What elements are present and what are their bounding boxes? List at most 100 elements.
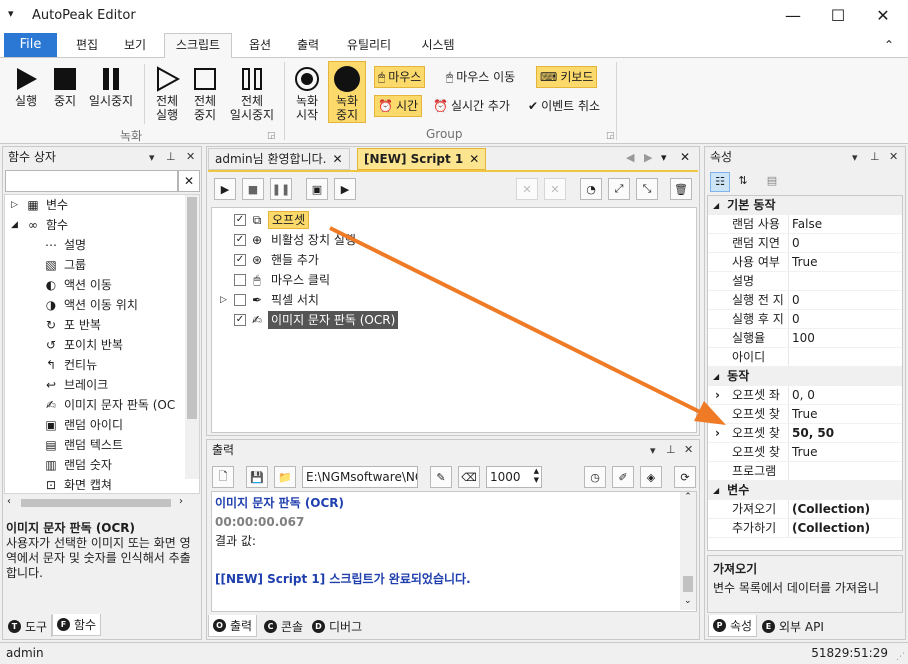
item-checkbox[interactable]: ✓ bbox=[234, 314, 246, 326]
clear-search-button[interactable]: ✕ bbox=[178, 170, 200, 192]
tree-item[interactable]: ◐ 액션 이동 bbox=[5, 275, 199, 295]
tree-item[interactable]: ⋯ 설명 bbox=[5, 235, 199, 255]
tree-item[interactable]: ▤ 랜덤 텍스트 bbox=[5, 435, 199, 455]
tree-item[interactable]: ↩ 브레이크 bbox=[5, 375, 199, 395]
output-path-input[interactable]: E:\NGMsoftware\NG bbox=[302, 466, 418, 488]
alphabetical-view-button[interactable]: ⇅ bbox=[733, 172, 753, 192]
fill-color-button[interactable]: ◈ bbox=[640, 466, 662, 488]
tab-tools[interactable]: T 도구 bbox=[4, 615, 53, 637]
expand-button[interactable]: ⤢ bbox=[608, 178, 630, 200]
time-toggle[interactable]: ⏰ 시간 bbox=[374, 95, 423, 117]
tab-script-1[interactable]: [NEW] Script 1 ✕ bbox=[357, 148, 487, 170]
output-scrollbar[interactable]: ⌃ ⌄ bbox=[680, 492, 696, 610]
stop-all-button[interactable]: 전체 중지 bbox=[187, 64, 223, 122]
menu-options[interactable]: 옵션 bbox=[238, 34, 282, 58]
pin-icon[interactable]: ⊥ bbox=[666, 443, 676, 456]
refresh-button[interactable]: ⟳ bbox=[674, 466, 696, 488]
property-row[interactable]: 랜덤 지연 0 bbox=[708, 234, 902, 253]
event-cancel-toggle[interactable]: ✔ 이벤트 취소 bbox=[525, 95, 603, 117]
property-row[interactable]: 추가하기 (Collection) bbox=[708, 519, 902, 538]
delete-all-disabled-button[interactable]: ✕ bbox=[544, 178, 566, 200]
collapse-button[interactable]: ⤡ bbox=[636, 178, 658, 200]
tree-item[interactable]: ↰ 컨티뉴 bbox=[5, 355, 199, 375]
script-item[interactable]: 🖱 마우스 클릭 bbox=[212, 270, 696, 290]
script-stop-button[interactable]: ■ bbox=[242, 178, 264, 200]
tree-item[interactable]: ▣ 랜덤 아이디 bbox=[5, 415, 199, 435]
property-row[interactable]: 프로그램 bbox=[708, 462, 902, 481]
property-row[interactable]: 실행 후 지 0 bbox=[708, 310, 902, 329]
record-start-button[interactable]: 녹화 시작 bbox=[288, 64, 326, 122]
property-value[interactable] bbox=[789, 272, 792, 290]
menu-edit[interactable]: 편집 bbox=[66, 34, 108, 58]
stop-button[interactable]: 중지 bbox=[48, 64, 82, 108]
menu-script[interactable]: 스크립트 bbox=[164, 33, 232, 58]
tab-close-icon[interactable]: ✕ bbox=[332, 149, 342, 170]
tab-close-icon[interactable]: ✕ bbox=[469, 149, 479, 170]
property-value[interactable]: 50, 50 bbox=[789, 424, 834, 442]
timestamp-toggle[interactable]: ◷ bbox=[584, 466, 606, 488]
script-item[interactable]: ✓ ⊕ 비활성 장치 실행 bbox=[212, 230, 696, 250]
pause-button[interactable]: 일시중지 bbox=[84, 64, 138, 108]
expand-icon[interactable]: › bbox=[715, 386, 720, 404]
eraser-button[interactable]: ⌫ bbox=[458, 466, 480, 488]
tab-scroll-left-icon[interactable]: ◀ bbox=[626, 151, 634, 164]
tab-list-icon[interactable]: ▾ bbox=[661, 151, 667, 164]
tree-item[interactable]: ▥ 랜덤 숫자 bbox=[5, 455, 199, 475]
scroll-up-icon[interactable]: ⌃ bbox=[680, 492, 696, 502]
property-category[interactable]: ◢ 기본 동작 bbox=[708, 196, 902, 215]
script-item[interactable]: ✓ ⧉ 오프셋 bbox=[212, 210, 696, 230]
run-from-selection-button[interactable]: ▶ bbox=[334, 178, 356, 200]
scroll-left-icon[interactable]: ‹ bbox=[7, 496, 11, 507]
property-value[interactable]: 0 bbox=[789, 234, 800, 252]
record-stop-button[interactable]: 녹화 중지 bbox=[328, 61, 366, 123]
color-pen-button[interactable]: ✐ bbox=[612, 466, 634, 488]
h-scroll-thumb[interactable] bbox=[21, 499, 171, 507]
expander-icon[interactable]: ◢ bbox=[11, 215, 25, 235]
property-row[interactable]: 가져오기 (Collection) bbox=[708, 500, 902, 519]
mouse-toggle[interactable]: 🖱 마우스 bbox=[374, 66, 426, 88]
tree-scroll-thumb[interactable] bbox=[187, 197, 197, 419]
system-menu-icon[interactable]: ▾ bbox=[8, 7, 14, 20]
tree-item[interactable]: ⊡ 화면 캡쳐 bbox=[5, 475, 199, 493]
maximize-button[interactable]: ☐ bbox=[815, 0, 861, 32]
trash-button[interactable]: 🗑 bbox=[670, 178, 692, 200]
ribbon-collapse-icon[interactable]: ⌃ bbox=[884, 38, 894, 52]
pause-all-button[interactable]: 전체 일시중지 bbox=[224, 64, 280, 122]
item-checkbox[interactable]: ✓ bbox=[234, 214, 246, 226]
tree-scrollbar[interactable] bbox=[185, 195, 199, 479]
tab-console[interactable]: C 콘솔 bbox=[260, 615, 307, 637]
run-button[interactable]: 실행 bbox=[8, 64, 44, 108]
panel-close-icon[interactable]: ✕ bbox=[684, 443, 693, 456]
property-value[interactable]: 0 bbox=[789, 291, 800, 309]
item-checkbox[interactable] bbox=[234, 294, 246, 306]
minimize-button[interactable]: — bbox=[770, 0, 816, 32]
panel-close-icon[interactable]: ✕ bbox=[186, 150, 195, 163]
tree-item[interactable]: ↻ 포 반복 bbox=[5, 315, 199, 335]
property-row[interactable]: 실행 전 지 0 bbox=[708, 291, 902, 310]
script-item[interactable]: ✓ ⊛ 핸들 추가 bbox=[212, 250, 696, 270]
script-pause-button[interactable]: ❚❚ bbox=[270, 178, 292, 200]
menu-system[interactable]: 시스템 bbox=[410, 34, 466, 58]
property-row[interactable]: 실행율 100 bbox=[708, 329, 902, 348]
property-value[interactable]: 0, 0 bbox=[789, 386, 815, 404]
property-row[interactable]: 설명 bbox=[708, 272, 902, 291]
scroll-right-icon[interactable]: › bbox=[179, 496, 183, 507]
expander-icon[interactable]: ▷ bbox=[11, 195, 25, 215]
tab-debug[interactable]: D 디버그 bbox=[308, 615, 366, 637]
tree-item[interactable]: ◢ ∞ 함수 bbox=[5, 215, 199, 235]
tab-welcome[interactable]: admin님 환영합니다. ✕ bbox=[208, 148, 350, 170]
delete-disabled-button[interactable]: ✕ bbox=[516, 178, 538, 200]
collapse-icon[interactable]: ◢ bbox=[713, 196, 719, 215]
tab-functions[interactable]: F 함수 bbox=[52, 614, 102, 636]
dialog-launcher-icon[interactable]: ◲ bbox=[267, 131, 276, 141]
script-item[interactable]: ✓ ✍ 이미지 문자 판독 (OCR) bbox=[212, 310, 696, 330]
property-row[interactable]: 오프셋 찾 True bbox=[708, 405, 902, 424]
menu-output[interactable]: 출력 bbox=[287, 34, 329, 58]
panel-dropdown-icon[interactable]: ▾ bbox=[149, 151, 155, 164]
close-button[interactable]: ✕ bbox=[860, 0, 906, 32]
menu-utility[interactable]: 유틸리티 bbox=[336, 34, 402, 58]
item-checkbox[interactable]: ✓ bbox=[234, 254, 246, 266]
panel-close-icon[interactable]: ✕ bbox=[889, 150, 898, 163]
property-value[interactable]: True bbox=[789, 253, 818, 271]
property-value[interactable]: 100 bbox=[789, 329, 815, 347]
